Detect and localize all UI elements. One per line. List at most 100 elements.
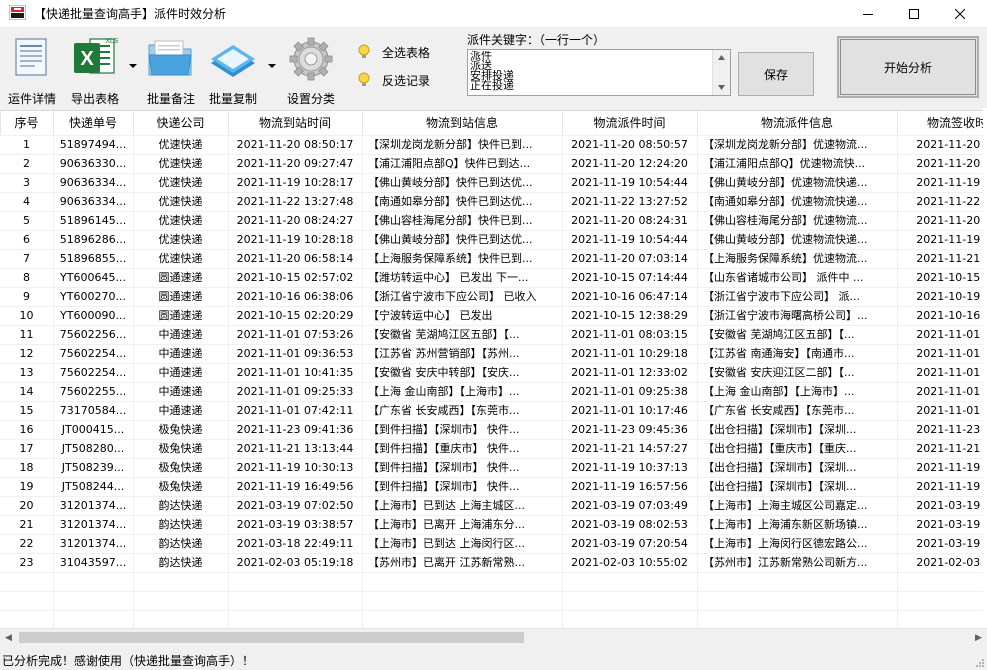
column-header[interactable]: 物流派件时间	[562, 111, 697, 135]
maximize-button[interactable]	[891, 0, 937, 27]
table-cell: 【南通如皋分部】快件已到达优...	[368, 195, 533, 208]
table-cell: 中通速递	[158, 404, 203, 417]
export-dropdown-arrow-icon[interactable]	[129, 64, 137, 69]
close-button[interactable]	[937, 0, 983, 27]
select-all-button[interactable]: 全选表格	[352, 41, 430, 63]
keyword-text: 派件 派送 安排投递 正在投递	[470, 51, 514, 92]
minimize-button[interactable]	[845, 0, 891, 27]
batch-note-label: 批量备注	[146, 92, 196, 106]
window-title: 【快递批量查询高手】派件时效分析	[34, 7, 227, 21]
table-cell: 31201374...	[59, 518, 127, 531]
table-cell: 【上海市】上海闵行区德宏路公...	[703, 537, 868, 550]
table-cell: 2021-11-23 12	[916, 423, 987, 436]
invert-selection-button[interactable]: 反选记录	[352, 69, 430, 91]
column-header[interactable]: 物流派件信息	[697, 111, 897, 135]
table-cell: 【深圳龙岗龙新分部】优速物流...	[703, 138, 868, 151]
resize-grip-icon[interactable]	[975, 658, 985, 668]
table-cell: 2021-10-15 11	[916, 271, 987, 284]
column-header[interactable]: 快递单号	[53, 111, 133, 135]
table-cell: 13	[19, 366, 34, 379]
table-cell: 2021-03-19 07:20:54	[571, 537, 688, 550]
table-cell: 2021-11-21 20	[916, 442, 987, 455]
table-cell: 极兔快递	[158, 480, 203, 493]
batch-copy-button[interactable]: 批量复制	[206, 35, 260, 106]
lightbulb-icon	[358, 72, 370, 86]
table-cell: 【到件扫描】【深圳市】 快件...	[368, 480, 520, 493]
table-cell: 【出仓扫描】【深圳市】【深圳...	[703, 480, 857, 493]
table-cell: 【广东省 长安咸西】【东莞市...	[703, 404, 855, 417]
export-label: 导出表格	[70, 92, 120, 106]
table-cell: 【苏州市】已离开 江苏新常熟...	[368, 556, 525, 569]
table-cell: 2021-11-23 09:45:36	[571, 423, 688, 436]
table-cell: 20	[19, 499, 34, 512]
table-cell: 15	[19, 404, 34, 417]
column-header[interactable]: 快递公司	[133, 111, 228, 135]
column-header[interactable]: 序号	[0, 111, 53, 135]
table-cell: 2021-11-01 11	[916, 347, 987, 360]
table-cell: 2021-11-01 09:36:53	[236, 347, 354, 360]
table-cell: 73170584...	[59, 404, 127, 417]
table-cell: 韵达快递	[158, 499, 203, 512]
table-cell: 31201374...	[59, 537, 127, 550]
table-cell: 2021-11-19 16:49:56	[236, 480, 354, 493]
keyword-scrollbar[interactable]	[712, 50, 730, 95]
table-cell: 2021-11-19 10	[916, 176, 987, 189]
table-cell: 2021-11-20 07:03:14	[571, 252, 688, 265]
table-cell: 90636334...	[59, 195, 127, 208]
table-cell: 14	[19, 385, 34, 398]
table-cell: 2021-11-01 10:17:46	[571, 404, 688, 417]
table-cell: 2021-11-19 10:28:18	[236, 233, 354, 246]
column-header[interactable]: 物流签收时	[897, 111, 987, 135]
table-cell: 75602254...	[59, 366, 127, 379]
detail-button[interactable]: 运件详情	[8, 35, 56, 106]
table-cell: 【到件扫描】【重庆市】 快件...	[368, 442, 520, 455]
table-cell: 【上海服务保障系统】快件已到...	[368, 252, 533, 265]
export-button[interactable]: X XLS 导出表格	[68, 35, 122, 106]
column-header[interactable]: 物流到站信息	[362, 111, 562, 135]
settings-button[interactable]: 设置分类	[284, 35, 338, 106]
table-cell: 2021-11-21 11	[916, 252, 987, 265]
table-cell: 【上海服务保障系统】优速物流...	[703, 252, 868, 265]
table-cell: 【深圳龙岗龙新分部】快件已到...	[368, 138, 533, 151]
table-cell: 23	[19, 556, 34, 569]
scroll-arrows-icon	[718, 55, 725, 90]
table-cell: 2021-11-01 09:25:33	[236, 385, 354, 398]
table-cell: 2021-11-19 10:30:13	[236, 461, 354, 474]
result-table[interactable]: 序号 快递单号 快递公司 物流到站时间 物流到站信息 物流派件时间 物流派件信息 物流签收时 …	[0, 110, 987, 631]
table-cell: 【苏州市】江苏新常熟公司新方...	[703, 556, 868, 569]
table-cell: 圆通速递	[158, 271, 203, 284]
table-cell: 中通速递	[158, 366, 203, 379]
table-cell: JT508244...	[61, 480, 125, 493]
column-header[interactable]: 物流到站时间	[228, 111, 362, 135]
table-cell: 优速快递	[158, 176, 203, 189]
table-cell: 2021-11-19 10:54:44	[571, 176, 688, 189]
table-cell: 21	[19, 518, 34, 531]
settings-label: 设置分类	[286, 92, 336, 106]
scroll-right-icon[interactable]: ▶	[970, 629, 987, 646]
table-cell: 2021-11-20 08:50:57	[571, 138, 688, 151]
save-button[interactable]: 保存	[738, 52, 814, 96]
table-cell: 2021-03-19 09	[916, 537, 987, 550]
excel-icon: X XLS	[74, 38, 118, 74]
scroll-left-icon[interactable]: ◀	[0, 629, 17, 646]
table-cell: 2021-11-19 14	[916, 461, 987, 474]
table-cell: 【江苏省 南通海安】【南通市...	[703, 347, 855, 360]
scrollbar-thumb[interactable]	[19, 632, 524, 643]
table-cell: 韵达快递	[158, 537, 203, 550]
start-analysis-button[interactable]: 开始分析	[837, 36, 979, 98]
table-cell: 90636334...	[59, 176, 127, 189]
copy-dropdown-arrow-icon[interactable]	[268, 64, 276, 69]
horizontal-scrollbar[interactable]: ◀ ▶	[0, 628, 987, 646]
table-cell: 2021-11-20 13	[916, 157, 987, 170]
keyword-textarea[interactable]: 派件 派送 安排投递 正在投递	[467, 49, 731, 96]
table-cell: 【佛山黄岐分部】优速物流快递...	[703, 233, 868, 246]
batch-note-button[interactable]: 批量备注	[144, 35, 198, 106]
title-bar: 【快递批量查询高手】派件时效分析	[0, 0, 987, 27]
table-cell: YT600270...	[60, 290, 126, 303]
table-cell: 16	[19, 423, 34, 436]
table-cell: 9	[23, 290, 30, 303]
table-cell: 12	[19, 347, 34, 360]
table-cell: 6	[23, 233, 30, 246]
table-cell: 2021-11-19 10:54:44	[571, 233, 688, 246]
table-cell: 极兔快递	[158, 423, 203, 436]
